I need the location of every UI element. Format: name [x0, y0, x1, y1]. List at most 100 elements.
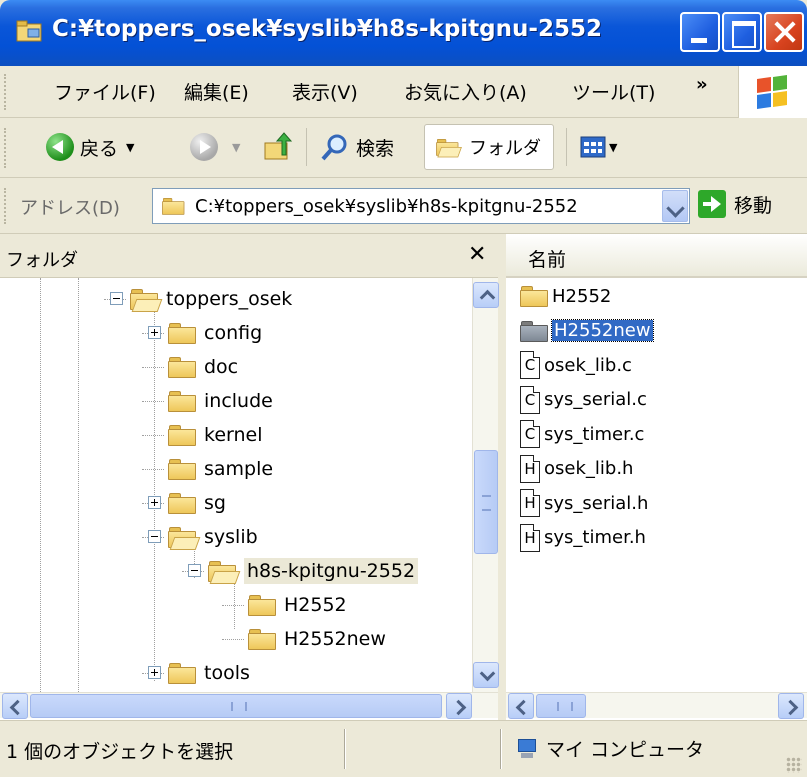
folders-icon: [436, 138, 460, 156]
c-source-file-icon: C: [520, 420, 540, 448]
search-label: 検索: [356, 137, 395, 160]
status-divider: [500, 729, 502, 769]
file-name: sys_timer.h: [544, 527, 646, 548]
tree-item[interactable]: toppers_osek: [130, 282, 292, 316]
file-list-item[interactable]: Hosek_lib.h: [520, 453, 633, 485]
tree-connector: [142, 367, 164, 368]
expand-icon[interactable]: [148, 666, 161, 679]
menu-edit[interactable]: 編集(E): [184, 78, 249, 105]
file-list-item[interactable]: Csys_serial.c: [520, 384, 647, 416]
c-source-file-icon: C: [520, 351, 540, 379]
tree-item[interactable]: include: [168, 384, 273, 418]
tree-item-label: doc: [204, 356, 239, 378]
windows-logo-icon: [738, 66, 807, 118]
file-name: osek_lib.c: [544, 354, 632, 376]
expand-icon[interactable]: [148, 326, 161, 339]
file-list-item[interactable]: Csys_timer.c: [520, 418, 644, 450]
menu-bar: ファイル(F) 編集(E) 表示(V) お気に入り(A) ツール(T) »: [0, 66, 807, 118]
views-button[interactable]: ▼: [580, 128, 617, 166]
hscroll-thumb[interactable]: [30, 694, 442, 718]
menu-view[interactable]: 表示(V): [292, 78, 358, 105]
scroll-up-button[interactable]: [473, 282, 499, 308]
window-title: C:¥toppers_osek¥syslib¥h8s-kpitgnu-2552: [52, 16, 602, 42]
folder-pane-close-icon[interactable]: ✕: [468, 242, 486, 267]
folder-vertical-scrollbar[interactable]: [472, 278, 499, 692]
toolbar-grip[interactable]: [4, 128, 7, 168]
tree-item-label: syslib: [204, 526, 258, 548]
tree-item-label: H2552: [284, 594, 347, 616]
addressbar-grip[interactable]: [4, 188, 7, 224]
scroll-right-button[interactable]: [446, 693, 472, 719]
hscroll-thumb[interactable]: [536, 694, 586, 718]
standard-toolbar: 戻る ▼ ▼ 検索 フォルダ ▼: [0, 118, 807, 178]
forward-dropdown-icon[interactable]: ▼: [232, 141, 240, 154]
tree-item[interactable]: kernel: [168, 418, 263, 452]
views-dropdown-icon[interactable]: ▼: [609, 141, 617, 154]
file-name: sys_serial.h: [544, 492, 649, 514]
file-list-item[interactable]: H2552new: [520, 315, 654, 347]
tree-connector: [222, 639, 244, 640]
file-list-item[interactable]: Hsys_timer.h: [520, 522, 646, 554]
collapse-icon[interactable]: [188, 564, 201, 577]
address-input[interactable]: C:¥toppers_osek¥syslib¥h8s-kpitgnu-2552: [152, 188, 690, 224]
tree-item[interactable]: H2552: [248, 588, 347, 622]
forward-button[interactable]: ▼: [190, 128, 240, 166]
scroll-left-button[interactable]: [508, 693, 534, 719]
tree-item[interactable]: H2552new: [248, 622, 386, 656]
status-location-text: マイ コンピュータ: [546, 739, 705, 761]
tree-item[interactable]: syslib: [168, 520, 258, 554]
folder-icon: [168, 424, 198, 446]
resize-grip[interactable]: [786, 757, 802, 773]
file-list-item[interactable]: Hsys_serial.h: [520, 487, 648, 519]
status-selection-text: 1 個のオブジェクトを選択: [6, 741, 234, 763]
folder-icon: [248, 628, 278, 650]
file-list-item[interactable]: Cosek_lib.c: [520, 349, 632, 381]
menu-favorites[interactable]: お気に入り(A): [404, 78, 527, 105]
folder-icon: [520, 285, 550, 307]
tree-item[interactable]: doc: [168, 350, 238, 384]
menu-file[interactable]: ファイル(F): [54, 78, 156, 105]
tree-item-label: toppers_osek: [166, 288, 293, 310]
folder-icon: [168, 492, 198, 514]
tree-item[interactable]: sg: [168, 486, 226, 520]
expand-icon[interactable]: [148, 496, 161, 509]
tree-item[interactable]: sample: [168, 452, 273, 486]
up-folder-button[interactable]: [262, 128, 294, 166]
tree-item[interactable]: tools: [168, 656, 250, 690]
folder-pane: フォルダ ✕ toppers_osek config doc include kerne…: [0, 234, 502, 720]
status-location: マイ コンピュータ: [516, 735, 704, 762]
file-name: sys_timer.c: [544, 423, 645, 445]
folders-button[interactable]: フォルダ: [424, 124, 554, 170]
minimize-button[interactable]: [680, 12, 720, 52]
scroll-thumb[interactable]: [474, 450, 498, 554]
tree-guide-line: [40, 278, 41, 692]
back-button[interactable]: 戻る ▼: [46, 128, 134, 166]
menu-overflow-chevron-icon[interactable]: »: [696, 74, 708, 95]
menu-tools[interactable]: ツール(T): [572, 78, 655, 105]
column-header-name[interactable]: 名前: [506, 234, 807, 278]
forward-arrow-icon: [190, 133, 218, 161]
files-horizontal-scrollbar[interactable]: [506, 692, 807, 719]
maximize-button[interactable]: [722, 12, 762, 52]
scroll-down-button[interactable]: [473, 662, 499, 688]
go-button[interactable]: 移動: [698, 190, 772, 218]
scroll-left-button[interactable]: [2, 693, 28, 719]
title-bar[interactable]: C:¥toppers_osek¥syslib¥h8s-kpitgnu-2552: [0, 0, 807, 66]
folder-tree[interactable]: toppers_osekconfig doc include kernel sample…: [0, 278, 472, 692]
column-header-label: 名前: [528, 249, 567, 271]
menubar-grip[interactable]: [4, 74, 7, 110]
address-dropdown-button[interactable]: [662, 190, 688, 222]
collapse-icon[interactable]: [148, 530, 161, 543]
search-button[interactable]: 検索: [320, 128, 394, 166]
scroll-right-button[interactable]: [778, 693, 804, 719]
toolbar-separator: [566, 128, 567, 166]
close-button[interactable]: [764, 12, 804, 52]
tree-item[interactable]: config: [168, 316, 262, 350]
collapse-icon[interactable]: [110, 292, 123, 305]
tree-item[interactable]: h8s-kpitgnu-2552: [208, 554, 419, 588]
file-name: sys_serial.c: [544, 389, 647, 410]
address-folder-icon: [162, 197, 186, 215]
folder-horizontal-scrollbar[interactable]: [0, 692, 498, 719]
back-dropdown-icon[interactable]: ▼: [126, 141, 134, 154]
file-list-item[interactable]: H2552: [520, 280, 611, 312]
